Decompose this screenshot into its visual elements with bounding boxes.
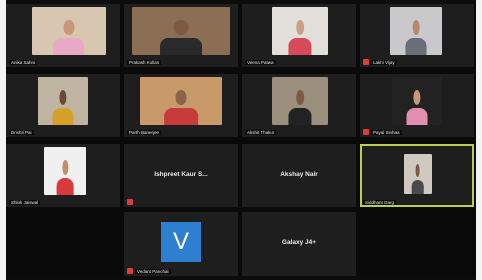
- participant-tile[interactable]: Galaxy J4+: [242, 212, 356, 276]
- participant-name: Vedant Panchal: [135, 269, 171, 274]
- participant-video: [140, 77, 222, 125]
- participant-name: Payal Sinhaa: [371, 130, 402, 135]
- participant-name: Veena Patwa: [245, 60, 276, 65]
- participant-display-name: Galaxy J4+: [281, 239, 317, 246]
- mic-muted-icon: [127, 268, 133, 274]
- participant-tile[interactable]: Payal Sinhaa: [360, 74, 474, 137]
- participant-name: Shlok Jaiswal: [9, 200, 41, 205]
- participant-tile[interactable]: Akshay Nair: [242, 144, 356, 207]
- participant-tile[interactable]: Anika Sahni: [6, 4, 120, 67]
- mic-muted-icon: [127, 199, 133, 205]
- person: [156, 82, 205, 125]
- participant-tile[interactable]: Drishti Pai: [6, 74, 120, 137]
- participant-tile[interactable]: Veena Patwa: [242, 4, 356, 67]
- participant-name: Akshit Thakur: [245, 130, 277, 135]
- participant-name: Lakhi Vijay: [371, 60, 397, 65]
- person: [283, 82, 317, 125]
- participant-name: Parth Banerjee: [127, 130, 162, 135]
- person: [400, 12, 431, 55]
- person: [48, 82, 78, 125]
- participant-video: [132, 7, 230, 55]
- participant-name: Anika Sahni: [9, 60, 38, 65]
- participant-tile[interactable]: Ishpreet Kaur S...: [124, 144, 238, 207]
- person: [283, 12, 317, 55]
- person: [47, 12, 91, 55]
- participant-name: Prakash Kollan: [127, 60, 162, 65]
- participant-video: [392, 77, 442, 125]
- participant-video: [44, 147, 86, 195]
- participant-tile[interactable]: V Vedant Panchal: [124, 212, 238, 276]
- mic-muted-icon: [363, 129, 369, 135]
- participant-tile[interactable]: Lakhi Vijay: [360, 4, 474, 67]
- participant-tile-active-speaker[interactable]: Siddhant Garg: [360, 144, 474, 207]
- person: [52, 152, 77, 195]
- participant-tile[interactable]: Shlok Jaiswal: [6, 144, 120, 207]
- participant-video: [272, 7, 328, 55]
- participant-tile[interactable]: Parth Banerjee: [124, 74, 238, 137]
- participant-video: [404, 154, 432, 194]
- gallery-view: Anika Sahni Prakash Kollan Veena Patwa L…: [6, 4, 476, 276]
- profile-avatar: V: [161, 222, 201, 262]
- participant-name: Siddhant Garg: [363, 200, 397, 205]
- participant-video: [390, 7, 442, 55]
- participant-video: [32, 7, 106, 55]
- participant-name: Drishti Pai: [9, 130, 34, 135]
- participant-video: [272, 77, 328, 125]
- participant-display-name: Akshay Nair: [280, 171, 318, 178]
- participant-display-name: Ishpreet Kaur S...: [154, 171, 208, 178]
- mic-muted-icon: [363, 59, 369, 65]
- person: [152, 12, 211, 55]
- participant-video: [38, 77, 88, 125]
- person: [410, 158, 427, 194]
- participant-tile[interactable]: Prakash Kollan: [124, 4, 238, 67]
- participant-tile[interactable]: Akshit Thakur: [242, 74, 356, 137]
- person: [402, 82, 432, 125]
